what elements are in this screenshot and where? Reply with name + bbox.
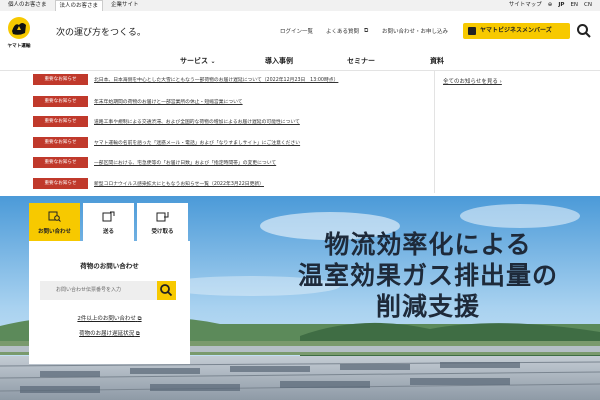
tab-inquiry-label: お問い合わせ: [37, 229, 71, 235]
news-item-text[interactable]: 新型コロナウイルス感染拡大にともなうお知らせ一覧（2022年3月22日更新）: [94, 180, 264, 187]
news-item[interactable]: 重要なお知らせ 一部区間における、宅急便等の「お届け日数」および「指定時間帯」の変…: [33, 156, 276, 168]
personal-link[interactable]: 個人のお客さま: [8, 0, 47, 11]
external-link-icon: ⧉: [137, 316, 142, 322]
important-badge: 重要なお知らせ: [33, 73, 88, 85]
panel-title: 荷物のお問い合わせ: [80, 262, 139, 270]
members-icon: [468, 27, 476, 35]
nav-services[interactable]: サービス ⌄: [180, 56, 215, 66]
yamato-logo[interactable]: ヤマト運輸: [6, 16, 32, 50]
news-item[interactable]: 重要なお知らせ 道路工事や規制による交通渋滞、および全国的な荷物の増加によるお届け…: [33, 115, 300, 127]
corporate-link[interactable]: 法人のお客さま: [54, 0, 104, 11]
delay-status-label: 荷物のお届け遅延状況: [79, 331, 135, 337]
news-item[interactable]: 重要なお知らせ 新型コロナウイルス感染拡大にともなうお知らせ一覧（2022年3月2…: [33, 177, 264, 189]
news-item-text[interactable]: 道路工事や規制による交通渋滞、および全国的な荷物の増加によるお届け遅延の可能性に…: [94, 118, 300, 125]
tab-inquiry[interactable]: お問い合わせ: [29, 203, 80, 241]
headline-line-1: 物流効率化による: [324, 230, 532, 259]
delay-status-link[interactable]: 荷物のお届け遅延状況 ⧉: [29, 329, 190, 338]
nav-documents[interactable]: 資料: [430, 56, 444, 66]
news-item-text[interactable]: ヤマト運輸の名前を語った「迷惑メール・電話」および「なりすましサイト」にご注意く…: [94, 139, 300, 146]
login-link[interactable]: ログイン一覧: [280, 27, 313, 35]
top-right-links: サイトマップ ⊕ JP EN CN: [509, 0, 592, 11]
important-badge: 重要なお知らせ: [33, 156, 88, 168]
globe-icon: ⊕: [547, 2, 553, 8]
tab-receive-label: 受け取る: [151, 229, 174, 235]
tagline: 次の運び方をつくる。: [56, 28, 146, 38]
chevron-down-icon: ⌄: [210, 58, 216, 65]
important-badge: 重要なお知らせ: [33, 95, 88, 107]
tracking-search-button[interactable]: [157, 281, 176, 300]
multi-tracking-label: 2件以上のお問い合わせ: [77, 316, 136, 322]
news-divider: [434, 71, 435, 193]
site-header: ヤマト運輸 次の運び方をつくる。 ログイン一覧 よくある質問 ⧉ お問い合わせ・…: [0, 11, 600, 71]
members-button[interactable]: ヤマトビジネスメンバーズ: [463, 23, 570, 39]
headline-line-2: 温室効果ガス排出量の: [297, 261, 558, 290]
headline-line-3: 削減支援: [375, 292, 480, 321]
tab-send[interactable]: 送る: [83, 203, 134, 241]
tracking-number-input[interactable]: お問い合わせ伝票番号を入力: [40, 281, 157, 300]
news-item[interactable]: 重要なお知らせ ヤマト運輸の名前を語った「迷惑メール・電話」および「なりすましサイ…: [33, 136, 300, 148]
multi-tracking-link[interactable]: 2件以上のお問い合わせ ⧉: [29, 314, 190, 323]
lang-en[interactable]: EN: [570, 0, 578, 11]
important-badge: 重要なお知らせ: [33, 115, 88, 127]
external-link-icon: ⧉: [364, 27, 369, 34]
tab-receive[interactable]: 受け取る: [137, 203, 188, 241]
search-icon: [160, 284, 173, 297]
important-badge: 重要なお知らせ: [33, 177, 88, 189]
company-link[interactable]: 企業サイト: [111, 0, 139, 11]
top-bar: 個人のお客さま 法人のお客さま 企業サイト サイトマップ ⊕ JP EN CN: [0, 0, 600, 11]
receive-package-icon: [156, 212, 169, 222]
logo-text: ヤマト運輸: [8, 42, 31, 49]
tab-send-label: 送る: [102, 229, 114, 235]
all-news-link[interactable]: 全てのお知らせを見る ›: [443, 77, 502, 85]
contact-link[interactable]: お問い合わせ・お申し込み: [382, 27, 448, 35]
important-badge: 重要なお知らせ: [33, 136, 88, 148]
members-label: ヤマトビジネスメンバーズ: [480, 27, 552, 34]
search-icon[interactable]: [576, 23, 592, 39]
tracking-panel: 荷物のお問い合わせ お問い合わせ伝票番号を入力 2件以上のお問い合わせ ⧉ 荷物…: [29, 241, 190, 364]
lang-jp[interactable]: JP: [558, 0, 564, 11]
faq-link[interactable]: よくある質問: [326, 27, 359, 35]
news-item-text[interactable]: 年末年始期間の荷物のお届けと一部営業所の休止・短縮営業について: [94, 98, 243, 105]
nav-seminar[interactable]: セミナー: [347, 56, 375, 66]
audience-switcher: 個人のお客さま 法人のお客さま 企業サイト: [8, 0, 139, 11]
hero-headline: 物流効率化による 温室効果ガス排出量の 削減支援: [278, 229, 578, 322]
sitemap-link[interactable]: サイトマップ: [509, 0, 542, 11]
nav-services-label: サービス: [180, 57, 208, 65]
package-search-icon: [48, 211, 61, 222]
lang-cn[interactable]: CN: [584, 0, 592, 11]
news-item[interactable]: 重要なお知らせ 北日本、日本海側を中心とした大雪にともなう一部荷物のお届け遅延につ…: [33, 73, 338, 85]
news-item[interactable]: 重要なお知らせ 年末年始期間の荷物のお届けと一部営業所の休止・短縮営業について: [33, 95, 243, 107]
nav-cases[interactable]: 導入事例: [265, 56, 293, 66]
news-item-text[interactable]: 一部区間における、宅急便等の「お届け日数」および「指定時間帯」の変更について: [94, 159, 276, 166]
external-link-icon: ⧉: [135, 331, 140, 337]
send-package-icon: [102, 211, 115, 222]
news-item-text[interactable]: 北日本、日本海側を中心とした大雪にともなう一部荷物のお届け遅延について（2022…: [94, 76, 338, 83]
